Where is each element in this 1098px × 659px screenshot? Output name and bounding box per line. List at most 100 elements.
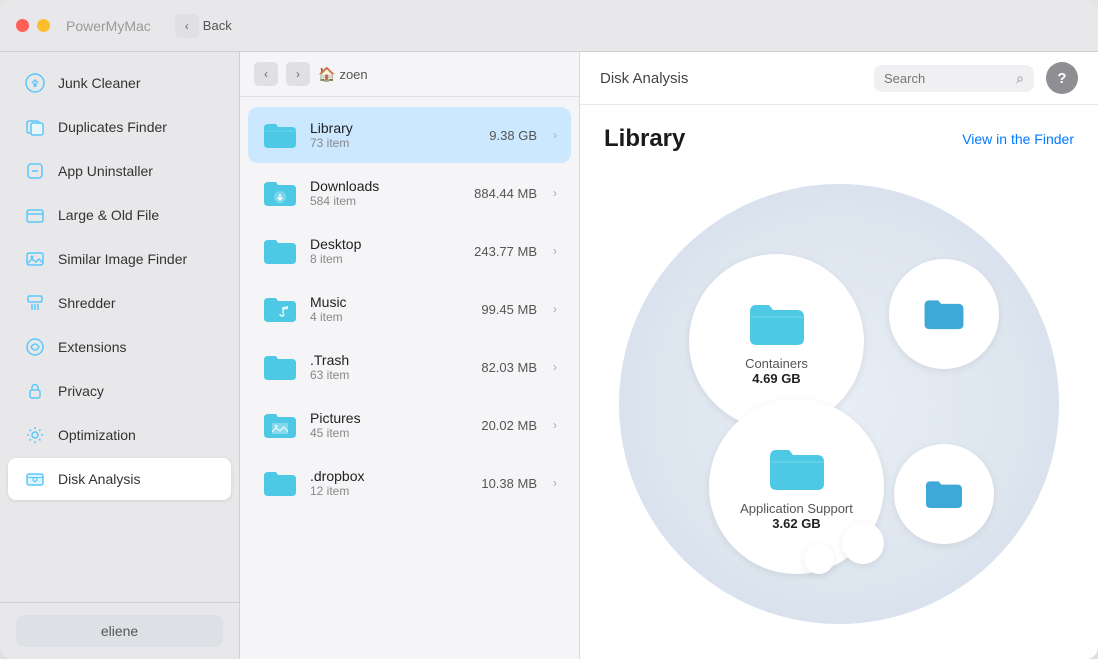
containers-label: Containers <box>745 356 808 371</box>
folder-info-music: Music 4 item <box>310 294 469 324</box>
chevron-icon-dropbox: › <box>553 476 557 490</box>
breadcrumb: 🏠 zoen <box>318 66 368 83</box>
user-label[interactable]: eliene <box>16 615 223 647</box>
folder-info-desktop: Desktop 8 item <box>310 236 462 266</box>
search-input[interactable] <box>884 71 1010 86</box>
large-old-file-label: Large & Old File <box>58 207 159 223</box>
back-nav-left[interactable]: ‹ <box>175 14 199 38</box>
folder-name-library: Library <box>310 120 477 136</box>
folder-item-library[interactable]: Library 73 item 9.38 GB › <box>248 107 571 163</box>
disk-analysis-label: Disk Analysis <box>58 471 140 487</box>
folder-icon-dropbox <box>262 465 298 501</box>
sidebar: Junk Cleaner Duplicates Finder <box>0 52 240 659</box>
folder-icon-library <box>262 117 298 153</box>
close-button[interactable] <box>16 19 29 32</box>
shredder-label: Shredder <box>58 295 116 311</box>
app-uninstaller-icon <box>24 160 46 182</box>
bubble-small-1[interactable] <box>842 522 884 564</box>
folder-size-desktop: 243.77 MB <box>474 244 537 259</box>
middle-panel: ‹ › 🏠 zoen Library <box>240 52 580 659</box>
right-content: Library View in the Finder Containers 4.… <box>580 105 1098 659</box>
sidebar-item-large-old-file[interactable]: Large & Old File <box>8 194 231 236</box>
right-header: Disk Analysis ⌕ ? <box>580 52 1098 105</box>
breadcrumb-text: zoen <box>339 67 367 82</box>
folder-info-pictures: Pictures 45 item <box>310 410 469 440</box>
junk-cleaner-icon <box>24 72 46 94</box>
sidebar-item-disk-analysis[interactable]: Disk Analysis <box>8 458 231 500</box>
titlebar: PowerMyMac ‹ Back <box>0 0 1098 52</box>
folder-size-dropbox: 10.38 MB <box>481 476 537 491</box>
folder-icon-downloads <box>262 175 298 211</box>
sidebar-item-app-uninstaller[interactable]: App Uninstaller <box>8 150 231 192</box>
bubble-medium-top-right[interactable] <box>889 259 999 369</box>
folder-info-trash: .Trash 63 item <box>310 352 469 382</box>
folder-count-library: 73 item <box>310 136 477 150</box>
back-nav-label[interactable]: Back <box>199 14 236 38</box>
privacy-icon <box>24 380 46 402</box>
similar-image-icon <box>24 248 46 270</box>
sidebar-item-similar-image[interactable]: Similar Image Finder <box>8 238 231 280</box>
view-in-finder-link[interactable]: View in the Finder <box>962 131 1074 147</box>
right-panel: Disk Analysis ⌕ ? Library View in the Fi… <box>580 52 1098 659</box>
folder-name-downloads: Downloads <box>310 178 462 194</box>
sidebar-item-privacy[interactable]: Privacy <box>8 370 231 412</box>
app-support-size: 3.62 GB <box>772 516 820 531</box>
folder-name-desktop: Desktop <box>310 236 462 252</box>
sidebar-item-shredder[interactable]: Shredder <box>8 282 231 324</box>
folder-size-downloads: 884.44 MB <box>474 186 537 201</box>
folder-item-desktop[interactable]: Desktop 8 item 243.77 MB › <box>248 223 571 279</box>
junk-cleaner-label: Junk Cleaner <box>58 75 141 91</box>
folder-icon-pictures <box>262 407 298 443</box>
sidebar-item-junk-cleaner[interactable]: Junk Cleaner <box>8 62 231 104</box>
folder-count-desktop: 8 item <box>310 252 462 266</box>
app-title: PowerMyMac <box>66 18 151 34</box>
folder-icon-app-support <box>767 443 827 495</box>
bubble-container: Containers 4.69 GB Application Support 3… <box>604 169 1074 639</box>
disk-analysis-header-title: Disk Analysis <box>600 70 688 87</box>
folder-count-trash: 63 item <box>310 368 469 382</box>
sidebar-item-optimization[interactable]: Optimization <box>8 414 231 456</box>
folder-item-trash[interactable]: .Trash 63 item 82.03 MB › <box>248 339 571 395</box>
folder-count-downloads: 584 item <box>310 194 462 208</box>
extensions-label: Extensions <box>58 339 126 355</box>
folder-icon-trash <box>262 349 298 385</box>
folder-list: Library 73 item 9.38 GB › <box>240 97 579 659</box>
folder-icon-desktop <box>262 233 298 269</box>
folder-name-dropbox: .dropbox <box>310 468 469 484</box>
bubble-small-2[interactable] <box>804 544 834 574</box>
containers-size: 4.69 GB <box>752 371 800 386</box>
app-window: PowerMyMac ‹ Back Junk Cleaner <box>0 0 1098 659</box>
nav-forward-button[interactable]: › <box>286 62 310 86</box>
search-box[interactable]: ⌕ <box>874 65 1034 92</box>
folder-item-dropbox[interactable]: .dropbox 12 item 10.38 MB › <box>248 455 571 511</box>
folder-size-library: 9.38 GB <box>489 128 537 143</box>
folder-info-downloads: Downloads 584 item <box>310 178 462 208</box>
duplicates-finder-label: Duplicates Finder <box>58 119 167 135</box>
folder-item-pictures[interactable]: Pictures 45 item 20.02 MB › <box>248 397 571 453</box>
folder-icon-medium-2 <box>924 477 964 511</box>
disk-analysis-icon <box>24 468 46 490</box>
similar-image-label: Similar Image Finder <box>58 251 187 267</box>
folder-name-pictures: Pictures <box>310 410 469 426</box>
large-old-file-icon <box>24 204 46 226</box>
sidebar-items: Junk Cleaner Duplicates Finder <box>0 52 239 602</box>
folder-item-downloads[interactable]: Downloads 584 item 884.44 MB › <box>248 165 571 221</box>
help-button[interactable]: ? <box>1046 62 1078 94</box>
library-title: Library <box>604 125 685 153</box>
nav-back-button[interactable]: ‹ <box>254 62 278 86</box>
folder-size-music: 99.45 MB <box>481 302 537 317</box>
bubble-medium-bottom-right[interactable] <box>894 444 994 544</box>
chevron-icon-pictures: › <box>553 418 557 432</box>
chevron-icon-library: › <box>553 128 557 142</box>
sidebar-item-extensions[interactable]: Extensions <box>8 326 231 368</box>
traffic-lights <box>16 19 50 32</box>
minimize-button[interactable] <box>37 19 50 32</box>
library-header: Library View in the Finder <box>604 125 1074 153</box>
app-support-label: Application Support <box>740 501 853 516</box>
bubble-background: Containers 4.69 GB Application Support 3… <box>619 184 1059 624</box>
sidebar-item-duplicates-finder[interactable]: Duplicates Finder <box>8 106 231 148</box>
app-uninstaller-label: App Uninstaller <box>58 163 153 179</box>
folder-icon-music <box>262 291 298 327</box>
folder-item-music[interactable]: Music 4 item 99.45 MB › <box>248 281 571 337</box>
optimization-label: Optimization <box>58 427 136 443</box>
